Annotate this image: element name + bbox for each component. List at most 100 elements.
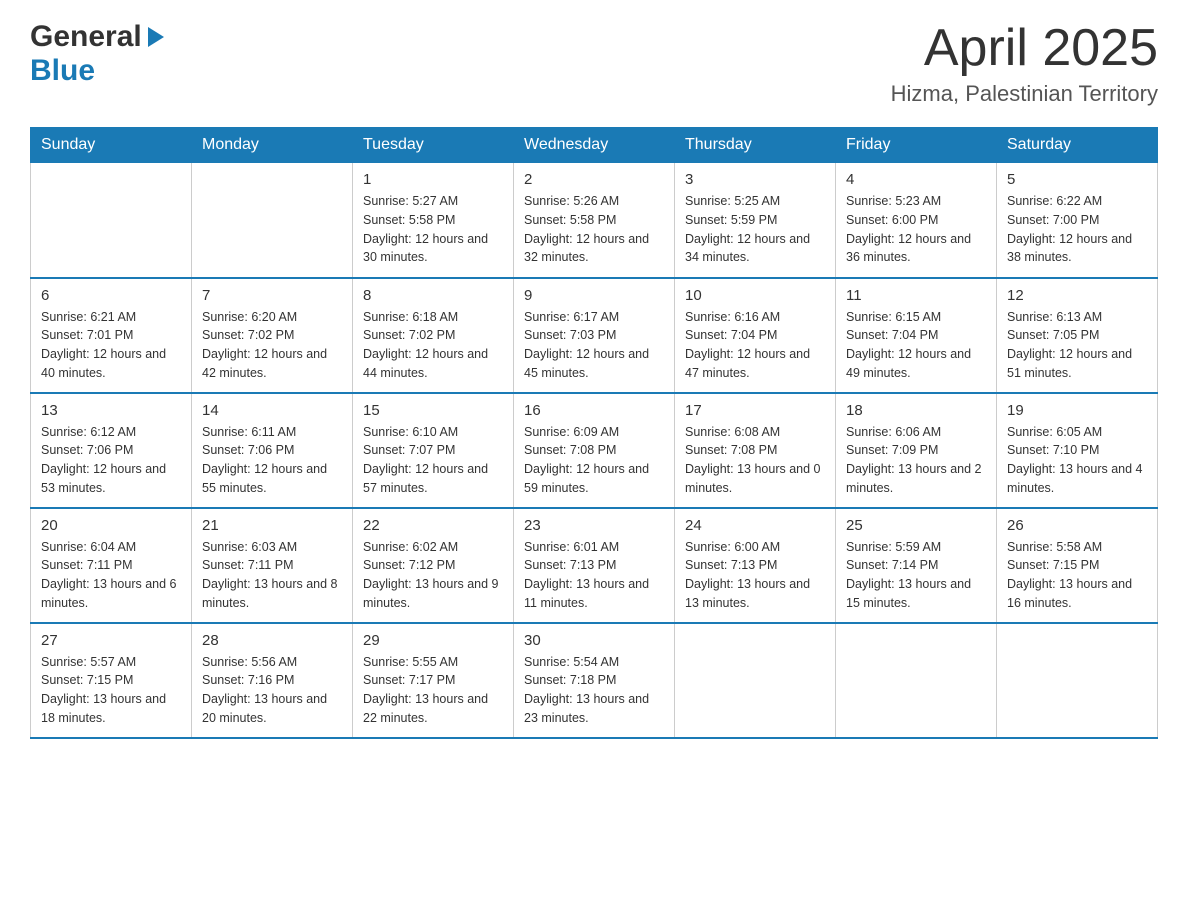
calendar-day-cell <box>997 623 1158 738</box>
calendar-day-cell <box>836 623 997 738</box>
day-number: 18 <box>846 402 986 419</box>
day-info: Sunrise: 6:11 AMSunset: 7:06 PMDaylight:… <box>202 423 342 498</box>
calendar-day-cell <box>192 163 353 278</box>
day-number: 5 <box>1007 171 1147 188</box>
calendar-day-cell: 14Sunrise: 6:11 AMSunset: 7:06 PMDayligh… <box>192 393 353 508</box>
day-info: Sunrise: 5:58 AMSunset: 7:15 PMDaylight:… <box>1007 538 1147 613</box>
day-info: Sunrise: 6:03 AMSunset: 7:11 PMDaylight:… <box>202 538 342 613</box>
header-friday: Friday <box>836 128 997 163</box>
calendar-day-cell: 17 Sunrise: 6:08 AMSunset: 7:08 PMDayligh… <box>675 393 836 508</box>
day-info: Sunrise: 6:00 AMSunset: 7:13 PMDaylight:… <box>685 538 825 613</box>
day-number: 20 <box>41 517 181 534</box>
calendar-week-row: 20 Sunrise: 6:04 AMSunset: 7:11 PMDayligh… <box>31 508 1158 623</box>
day-info: Sunrise: 6:13 AMSunset: 7:05 PMDaylight:… <box>1007 308 1147 383</box>
calendar-day-cell: 22 Sunrise: 6:02 AMSunset: 7:12 PMDayligh… <box>353 508 514 623</box>
day-info: Sunrise: 6:15 AMSunset: 7:04 PMDaylight:… <box>846 308 986 383</box>
calendar-day-cell: 12 Sunrise: 6:13 AMSunset: 7:05 PMDayligh… <box>997 278 1158 393</box>
day-number: 19 <box>1007 402 1147 419</box>
day-info: Sunrise: 5:25 AMSunset: 5:59 PMDaylight:… <box>685 192 825 267</box>
logo: General Blue <box>30 20 164 88</box>
calendar-day-cell: 10 Sunrise: 6:16 AMSunset: 7:04 PMDayligh… <box>675 278 836 393</box>
calendar-week-row: 27Sunrise: 5:57 AMSunset: 7:15 PMDayligh… <box>31 623 1158 738</box>
day-info: Sunrise: 6:02 AMSunset: 7:12 PMDaylight:… <box>363 538 503 613</box>
calendar-day-cell: 19 Sunrise: 6:05 AMSunset: 7:10 PMDayligh… <box>997 393 1158 508</box>
calendar-day-cell: 5 Sunrise: 6:22 AMSunset: 7:00 PMDaylight… <box>997 163 1158 278</box>
calendar-table: Sunday Monday Tuesday Wednesday Thursday… <box>30 127 1158 739</box>
calendar-week-row: 6 Sunrise: 6:21 AMSunset: 7:01 PMDaylight… <box>31 278 1158 393</box>
day-info: Sunrise: 6:21 AMSunset: 7:01 PMDaylight:… <box>41 308 181 383</box>
calendar-day-cell: 16Sunrise: 6:09 AMSunset: 7:08 PMDayligh… <box>514 393 675 508</box>
calendar-day-cell: 1 Sunrise: 5:27 AMSunset: 5:58 PMDaylight… <box>353 163 514 278</box>
day-number: 12 <box>1007 287 1147 304</box>
day-info: Sunrise: 5:23 AMSunset: 6:00 PMDaylight:… <box>846 192 986 267</box>
day-number: 25 <box>846 517 986 534</box>
day-info: Sunrise: 5:56 AMSunset: 7:16 PMDaylight:… <box>202 653 342 728</box>
title-section: April 2025 Hizma, Palestinian Territory <box>891 20 1158 107</box>
calendar-day-cell: 24 Sunrise: 6:00 AMSunset: 7:13 PMDayligh… <box>675 508 836 623</box>
day-info: Sunrise: 6:08 AMSunset: 7:08 PMDaylight:… <box>685 423 825 498</box>
day-number: 6 <box>41 287 181 304</box>
day-number: 24 <box>685 517 825 534</box>
calendar-day-cell: 4 Sunrise: 5:23 AMSunset: 6:00 PMDaylight… <box>836 163 997 278</box>
calendar-day-cell: 26 Sunrise: 5:58 AMSunset: 7:15 PMDayligh… <box>997 508 1158 623</box>
calendar-day-cell: 28 Sunrise: 5:56 AMSunset: 7:16 PMDayligh… <box>192 623 353 738</box>
day-info: Sunrise: 6:18 AMSunset: 7:02 PMDaylight:… <box>363 308 503 383</box>
header-saturday: Saturday <box>997 128 1158 163</box>
day-info: Sunrise: 5:55 AMSunset: 7:17 PMDaylight:… <box>363 653 503 728</box>
calendar-day-cell: 15 Sunrise: 6:10 AMSunset: 7:07 PMDayligh… <box>353 393 514 508</box>
calendar-day-cell: 20 Sunrise: 6:04 AMSunset: 7:11 PMDayligh… <box>31 508 192 623</box>
calendar-title: April 2025 <box>891 20 1158 77</box>
calendar-day-cell: 3 Sunrise: 5:25 AMSunset: 5:59 PMDaylight… <box>675 163 836 278</box>
day-number: 23 <box>524 517 664 534</box>
day-info: Sunrise: 6:20 AMSunset: 7:02 PMDaylight:… <box>202 308 342 383</box>
day-number: 8 <box>363 287 503 304</box>
calendar-day-cell: 9 Sunrise: 6:17 AMSunset: 7:03 PMDaylight… <box>514 278 675 393</box>
day-number: 15 <box>363 402 503 419</box>
day-number: 7 <box>202 287 342 304</box>
calendar-day-cell: 6 Sunrise: 6:21 AMSunset: 7:01 PMDaylight… <box>31 278 192 393</box>
calendar-day-cell <box>675 623 836 738</box>
day-number: 22 <box>363 517 503 534</box>
day-number: 3 <box>685 171 825 188</box>
header-sunday: Sunday <box>31 128 192 163</box>
logo-arrow-icon <box>148 27 164 47</box>
day-number: 26 <box>1007 517 1147 534</box>
day-number: 11 <box>846 287 986 304</box>
calendar-day-cell: 13Sunrise: 6:12 AMSunset: 7:06 PMDayligh… <box>31 393 192 508</box>
day-info: Sunrise: 5:54 AMSunset: 7:18 PMDaylight:… <box>524 653 664 728</box>
day-info: Sunrise: 6:06 AMSunset: 7:09 PMDaylight:… <box>846 423 986 498</box>
calendar-day-cell: 11 Sunrise: 6:15 AMSunset: 7:04 PMDayligh… <box>836 278 997 393</box>
calendar-day-cell: 2Sunrise: 5:26 AMSunset: 5:58 PMDaylight… <box>514 163 675 278</box>
day-info: Sunrise: 6:04 AMSunset: 7:11 PMDaylight:… <box>41 538 181 613</box>
logo-general-text: General <box>30 20 142 54</box>
day-info: Sunrise: 5:27 AMSunset: 5:58 PMDaylight:… <box>363 192 503 267</box>
day-info: Sunrise: 6:05 AMSunset: 7:10 PMDaylight:… <box>1007 423 1147 498</box>
day-info: Sunrise: 6:12 AMSunset: 7:06 PMDaylight:… <box>41 423 181 498</box>
day-number: 9 <box>524 287 664 304</box>
day-number: 16 <box>524 402 664 419</box>
day-number: 10 <box>685 287 825 304</box>
header-tuesday: Tuesday <box>353 128 514 163</box>
calendar-week-row: 1 Sunrise: 5:27 AMSunset: 5:58 PMDaylight… <box>31 163 1158 278</box>
day-number: 1 <box>363 171 503 188</box>
logo-blue-text: Blue <box>30 54 95 87</box>
day-number: 28 <box>202 632 342 649</box>
calendar-day-cell: 29Sunrise: 5:55 AMSunset: 7:17 PMDayligh… <box>353 623 514 738</box>
day-info: Sunrise: 6:16 AMSunset: 7:04 PMDaylight:… <box>685 308 825 383</box>
day-info: Sunrise: 6:22 AMSunset: 7:00 PMDaylight:… <box>1007 192 1147 267</box>
day-info: Sunrise: 6:01 AMSunset: 7:13 PMDaylight:… <box>524 538 664 613</box>
calendar-day-cell: 18 Sunrise: 6:06 AMSunset: 7:09 PMDayligh… <box>836 393 997 508</box>
day-info: Sunrise: 5:26 AMSunset: 5:58 PMDaylight:… <box>524 192 664 267</box>
calendar-header-row: Sunday Monday Tuesday Wednesday Thursday… <box>31 128 1158 163</box>
calendar-day-cell: 21Sunrise: 6:03 AMSunset: 7:11 PMDayligh… <box>192 508 353 623</box>
calendar-subtitle: Hizma, Palestinian Territory <box>891 81 1158 107</box>
page-header: General Blue April 2025 Hizma, Palestini… <box>30 20 1158 107</box>
day-number: 17 <box>685 402 825 419</box>
day-number: 30 <box>524 632 664 649</box>
day-info: Sunrise: 6:17 AMSunset: 7:03 PMDaylight:… <box>524 308 664 383</box>
day-number: 4 <box>846 171 986 188</box>
calendar-week-row: 13Sunrise: 6:12 AMSunset: 7:06 PMDayligh… <box>31 393 1158 508</box>
day-info: Sunrise: 5:59 AMSunset: 7:14 PMDaylight:… <box>846 538 986 613</box>
day-info: Sunrise: 6:10 AMSunset: 7:07 PMDaylight:… <box>363 423 503 498</box>
calendar-day-cell <box>31 163 192 278</box>
